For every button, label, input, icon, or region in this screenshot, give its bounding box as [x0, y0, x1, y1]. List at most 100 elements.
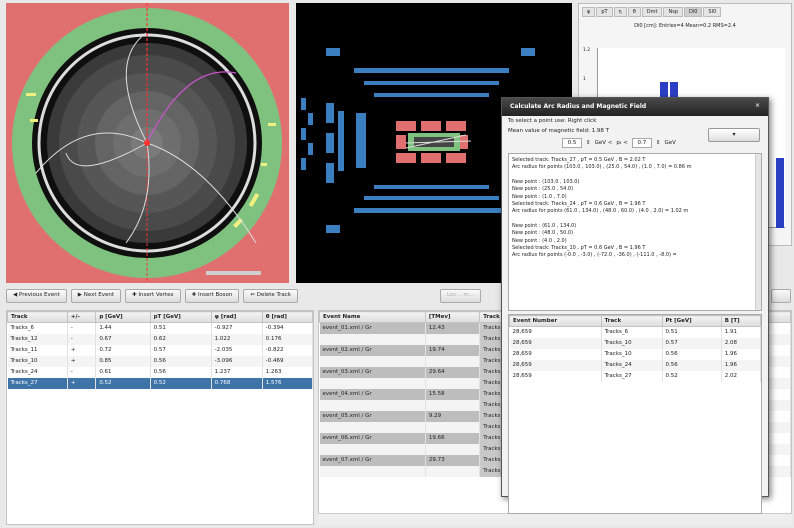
col-p[interactable]: p [GeV] — [95, 311, 151, 323]
table-cell: -2.035 — [211, 344, 263, 356]
table-cell: 0.56 — [662, 348, 722, 360]
insert-vertex-button[interactable]: ✚ Insert Vertex — [125, 289, 181, 303]
stepper-icon[interactable]: ⇕ — [586, 140, 591, 146]
result-row[interactable]: 28,659 Tracks_10 0.56 1.96 — [509, 348, 762, 360]
dialog-dropdown[interactable]: ▾ — [708, 128, 760, 142]
track-row[interactable]: Tracks_6-1.44 0.51 -0.927 -0.394 — [7, 322, 313, 334]
delete-track-button[interactable]: ⇐ Delete Track — [243, 289, 298, 303]
table-cell: -0.394 — [262, 322, 313, 334]
table-cell: 0.56 — [150, 355, 212, 367]
result-row[interactable]: 28,659 Tracks_6 0.51 1.91 — [509, 326, 762, 338]
result-row[interactable]: 28,659 Tracks_27 0.52 2.02 — [509, 370, 762, 382]
table-cell: 0.57 — [662, 337, 722, 349]
pt-min-field[interactable]: 0.5 — [562, 138, 582, 148]
tab-dl0[interactable]: Dl0 — [684, 7, 703, 17]
col-result-pt[interactable]: Pt [GeV] — [661, 315, 722, 327]
table-cell: Tracks_10 — [601, 348, 663, 360]
event-table-scrollbar[interactable] — [318, 513, 792, 525]
table-cell: 2.02 — [721, 370, 762, 382]
tab-eta[interactable]: η — [613, 7, 627, 17]
table-cell: - — [67, 333, 97, 345]
close-icon[interactable]: × — [755, 102, 760, 109]
col-pt[interactable]: pT [GeV] — [149, 311, 212, 323]
table-cell — [319, 443, 426, 455]
result-row[interactable]: 28,659 Tracks_24 0.56 1.96 — [509, 359, 762, 371]
next-event-button[interactable]: ▶ Next Event — [70, 289, 122, 303]
table-cell — [319, 355, 426, 367]
table-cell: 0.52 — [662, 370, 722, 382]
table-cell: Tracks_10 — [601, 337, 663, 349]
table-cell: 19.66 — [425, 432, 481, 444]
tab-phi[interactable]: φ — [582, 7, 596, 17]
tab-dmt[interactable]: Dmt — [641, 7, 663, 17]
col-charge[interactable]: +/- — [66, 311, 97, 323]
histogram-title: Dl0 [cm]: Entries=4 Mean=0.2 RMS=2.4 — [634, 23, 736, 29]
table-cell: 29.64 — [425, 366, 481, 378]
table-cell: event_01.xml / Gr — [319, 322, 426, 334]
calculation-log[interactable]: Selected track: Tracks_27 , pT = 0.5 GeV… — [508, 153, 762, 311]
result-row[interactable]: 28,659 Tracks_10 0.57 2.08 — [509, 337, 762, 349]
table-cell: 0.768 — [211, 377, 263, 389]
col-event-name[interactable]: Event Name — [319, 311, 426, 323]
disabled-toolbar-button[interactable]: Loc... m... — [440, 289, 481, 303]
insert-boson-button[interactable]: ✚ Insert Boson — [184, 289, 240, 303]
log-line: Arc radius for points (61.0 , 134.0) , (… — [512, 208, 689, 215]
chevron-down-icon: ▾ — [732, 131, 736, 138]
col-theta[interactable]: θ [rad] — [261, 311, 313, 323]
table-cell: 1.91 — [721, 326, 762, 338]
tab-theta[interactable]: θ — [627, 7, 641, 17]
stepper-icon[interactable]: ⇕ — [656, 140, 661, 146]
table-cell: 12.43 — [425, 322, 481, 334]
previous-event-button[interactable]: ◀ Previous Event — [6, 289, 67, 303]
histogram-bar — [776, 158, 784, 228]
table-cell: event_03.xml / Gr — [319, 366, 426, 378]
dialog-title: Calculate Arc Radius and Magnetic Field — [510, 103, 647, 110]
table-cell: Tracks_24 — [601, 359, 663, 371]
tab-pt[interactable]: pT — [596, 7, 613, 17]
tab-sl0[interactable]: Sl0 — [703, 7, 722, 17]
tab-nsp[interactable]: Nsp — [663, 7, 683, 17]
table-cell: + — [67, 344, 97, 356]
col-mass[interactable]: [TMev] — [424, 311, 481, 323]
table-cell: 0.56 — [150, 366, 212, 378]
track-row[interactable]: Tracks_27 +0.52 0.52 0.768 1.576 — [7, 377, 313, 389]
table-cell — [425, 377, 481, 389]
log-line: Selected track: Tracks_10 , pT = 0.6 GeV… — [512, 245, 646, 252]
track-row[interactable]: Tracks_24-0.61 0.56 1.237 1.263 — [7, 366, 313, 378]
log-scrollbar[interactable] — [755, 154, 761, 310]
track-row[interactable]: Tracks_11 +0.72 0.57 -2.035 -0.822 — [7, 344, 313, 356]
col-event-number[interactable]: Event Number — [509, 315, 602, 327]
results-table: Event Number Track Pt [GeV] B [T] 28,659… — [508, 314, 762, 514]
col-result-b[interactable]: B [T] — [720, 315, 762, 327]
dialog-titlebar[interactable]: Calculate Arc Radius and Magnetic Field … — [502, 98, 768, 116]
table-cell: event_07.xml / Gr — [319, 454, 426, 466]
toolbar-right-button[interactable] — [771, 289, 791, 303]
table-cell: Tracks_27 — [7, 377, 68, 389]
results-table-header: Event Number Track Pt [GeV] B [T] — [509, 315, 762, 327]
table-cell: 28,659 — [509, 326, 602, 338]
table-cell: Tracks_10 — [7, 355, 68, 367]
track-row[interactable]: Tracks_10 +0.85 0.56 -3.096 -0.469 — [7, 355, 313, 367]
table-cell: -0.469 — [262, 355, 313, 367]
table-cell — [425, 355, 481, 367]
col-track[interactable]: Track — [7, 311, 68, 323]
col-phi[interactable]: φ [rad] — [210, 311, 263, 323]
pt-max-field[interactable]: 0.7 — [631, 138, 652, 148]
table-cell: - — [67, 366, 97, 378]
table-cell — [425, 421, 481, 433]
table-cell — [425, 443, 481, 455]
table-cell: 0.72 — [95, 344, 151, 356]
transverse-view[interactable] — [6, 3, 289, 283]
track-row[interactable]: Tracks_12-0.67 0.62 1.022 0.176 — [7, 333, 313, 345]
pt-max-unit: GeV — [664, 140, 676, 146]
track-table: Track +/- p [GeV] pT [GeV] φ [rad] θ [ra… — [6, 310, 314, 525]
table-cell — [425, 333, 481, 345]
table-cell: 0.52 — [95, 377, 151, 389]
log-line: Arc radius for points (103.0 , 103.0) , … — [512, 164, 692, 171]
col-result-track[interactable]: Track — [600, 315, 663, 327]
table-cell: 0.56 — [662, 359, 722, 371]
delete-track-label: Delete Track — [256, 292, 291, 298]
table-cell: 1.237 — [211, 366, 263, 378]
